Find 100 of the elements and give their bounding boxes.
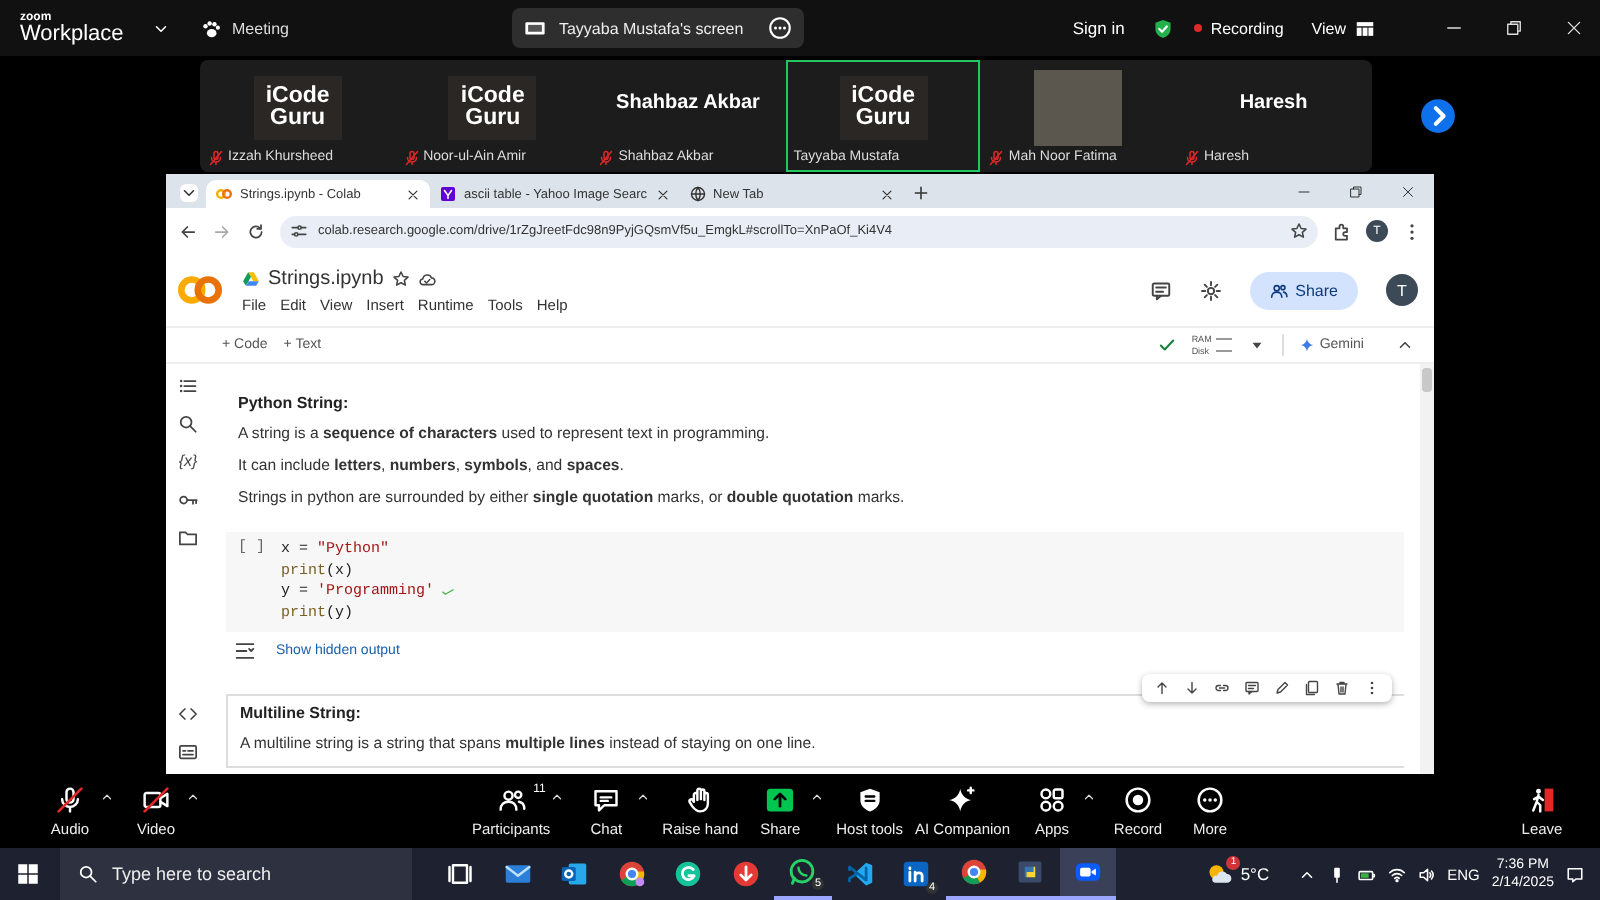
grammarly-icon	[674, 860, 703, 888]
bookmark-star-icon[interactable]	[1290, 222, 1308, 240]
zoom-icon	[1073, 858, 1102, 886]
notifications-icon[interactable]	[1566, 865, 1584, 883]
people-icon	[1269, 281, 1288, 299]
people-icon	[497, 786, 526, 814]
arrow-up-icon[interactable]	[1154, 680, 1170, 696]
output-toggle-icon[interactable]	[234, 640, 256, 662]
cloud-saved-icon	[417, 269, 436, 287]
comment-icon[interactable]	[1244, 680, 1260, 696]
logo-text: iCode Guru	[839, 75, 928, 139]
hand-icon	[686, 786, 715, 814]
arrow-down-icon[interactable]	[1184, 680, 1200, 696]
globe-icon	[689, 186, 706, 202]
cell-heading: Python String:	[238, 394, 351, 412]
star-icon[interactable]	[391, 269, 410, 287]
cell-heading: Multiline String:	[240, 704, 363, 722]
handwritten-tick-icon	[438, 586, 459, 599]
share-screen-icon	[766, 786, 795, 814]
outlook-icon	[560, 860, 589, 888]
view-button[interactable]: View	[1311, 17, 1376, 39]
user-avatar[interactable]: T	[1386, 274, 1418, 306]
whatsapp-icon	[788, 858, 817, 886]
windows-start-icon[interactable]	[16, 862, 40, 886]
screen-icon	[524, 17, 547, 39]
notebook-name[interactable]: Strings.ipynb	[268, 267, 384, 289]
task-view-icon	[446, 860, 475, 888]
search-field[interactable]: Type here to search	[60, 848, 412, 900]
temperature: 5°C	[1240, 864, 1270, 884]
taskbar-app-button[interactable]	[1059, 848, 1116, 900]
screen-share-label: Tayyaba Mustafa's screen	[558, 19, 746, 37]
python-icon	[1016, 858, 1045, 886]
envelope-icon	[503, 860, 532, 888]
wifi-icon[interactable]	[1387, 865, 1406, 883]
drive-icon	[242, 269, 260, 287]
restore-icon[interactable]	[1504, 18, 1524, 38]
photo-placeholder	[1034, 69, 1123, 145]
shield-check-icon[interactable]	[1152, 17, 1175, 39]
shield-icon	[855, 786, 884, 814]
copy-icon[interactable]	[1304, 680, 1320, 696]
product-name: Workplace	[20, 23, 126, 45]
speaker-icon[interactable]	[1417, 865, 1436, 883]
caret-icon[interactable]	[186, 790, 200, 804]
more-options-icon[interactable]	[768, 16, 793, 40]
connected-check-icon	[1157, 336, 1176, 354]
reload-icon[interactable]	[246, 221, 266, 241]
key-icon[interactable]	[178, 490, 198, 510]
close-icon[interactable]	[406, 187, 420, 201]
scrollbar-thumb[interactable]	[1422, 368, 1432, 392]
search-icon	[78, 864, 98, 884]
sparkle-icon	[1299, 338, 1314, 352]
logo-text: iCode Guru	[253, 75, 342, 139]
recording-indicator[interactable]: Recording	[1190, 19, 1284, 37]
new-tab-icon[interactable]	[911, 184, 930, 202]
apps-icon	[1038, 786, 1067, 814]
trash-icon[interactable]	[1334, 680, 1350, 696]
yahoo-logo-icon	[440, 186, 456, 202]
more-icon	[1196, 786, 1225, 814]
caret-icon[interactable]	[636, 790, 651, 804]
participant-display-name: Haresh	[1239, 92, 1308, 114]
battery-icon[interactable]	[1357, 865, 1376, 883]
terminal-icon[interactable]	[178, 742, 198, 762]
participant-display-name: Shahbaz Akbar	[616, 92, 760, 114]
collapse-icon[interactable]	[1396, 336, 1414, 354]
colab-logo-icon	[216, 186, 232, 202]
search-icon[interactable]	[178, 414, 198, 434]
close-icon[interactable]	[879, 187, 894, 201]
pencil-icon[interactable]	[1274, 680, 1290, 696]
caret-icon[interactable]	[1082, 790, 1097, 804]
close-icon[interactable]	[1400, 184, 1416, 200]
tab-search-icon[interactable]	[180, 184, 198, 202]
grid-layout-icon	[1354, 17, 1376, 39]
chat-bubble-icon	[592, 786, 621, 814]
folder-icon[interactable]	[178, 528, 198, 548]
weather-icon	[1206, 860, 1235, 888]
meeting-button[interactable]: Meeting	[200, 17, 289, 39]
sign-in-link[interactable]: Sign in	[1072, 18, 1125, 38]
settings-icon[interactable]	[1199, 279, 1222, 301]
logo-text: iCode Guru	[448, 75, 537, 139]
next-page-icon[interactable]	[1420, 97, 1456, 133]
table-of-contents-icon[interactable]	[178, 376, 198, 396]
linkedin-icon	[902, 860, 931, 888]
paw-icon	[200, 17, 222, 39]
back-icon[interactable]	[178, 221, 198, 241]
code-icon[interactable]	[178, 704, 198, 724]
link-icon[interactable]	[1214, 680, 1230, 696]
extensions-icon[interactable]	[1332, 221, 1352, 241]
restore-icon[interactable]	[1348, 184, 1364, 200]
leave-icon	[1528, 786, 1556, 814]
screen-share-pill[interactable]: Tayyaba Mustafa's screen	[512, 8, 805, 48]
caret-icon[interactable]	[100, 790, 114, 804]
chrome-icon	[959, 858, 988, 886]
caret-icon[interactable]	[810, 790, 825, 804]
site-info-icon[interactable]	[290, 222, 308, 240]
share-button[interactable]: Share	[1249, 271, 1358, 309]
caret-icon[interactable]	[550, 790, 565, 804]
comment-icon[interactable]	[1149, 279, 1172, 301]
variables-button[interactable]: {x}	[178, 452, 198, 472]
close-icon[interactable]	[655, 187, 670, 201]
sparkle-icon	[948, 786, 977, 814]
